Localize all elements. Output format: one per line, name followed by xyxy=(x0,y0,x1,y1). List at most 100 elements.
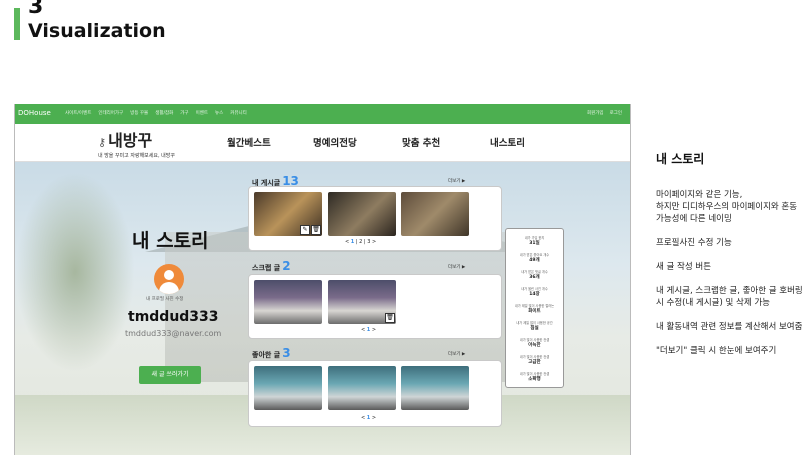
pager-prev[interactable]: < xyxy=(345,239,349,245)
liked-thumbnail[interactable] xyxy=(328,366,396,410)
scraps-pager: < 1 > xyxy=(361,327,376,333)
pager-page[interactable]: 1 xyxy=(351,239,354,245)
top-nav-item[interactable]: 인테리어가구 xyxy=(98,110,123,116)
main-nav: ⚷ 내방꾸 내 방을 꾸미고 자랑해보세요, 내방꾸 월간베스트 명예의전당 맞춤… xyxy=(15,124,630,162)
annotation-notes: 내 스토리 마이페이지와 같은 기능, 하지만 디디하우스의 마이페이지와 혼동… xyxy=(656,150,804,369)
stat-item: 내가 가입 한지 31일 xyxy=(506,235,563,246)
login-link[interactable]: 로그인 xyxy=(610,110,622,116)
stat-value: 14장 xyxy=(529,292,540,297)
note-paragraph: 내 활동내역 관련 정보를 계산해서 보여줌 xyxy=(656,322,803,332)
stat-value: 31일 xyxy=(529,241,540,246)
stat-value: 아늑한 xyxy=(528,343,541,348)
heading-number: 3 xyxy=(28,0,44,19)
stat-item: 내가 많이 사용한 컨셉 아늑한 xyxy=(506,337,563,348)
pager-page[interactable]: 3 xyxy=(367,239,370,245)
post-thumbnail[interactable] xyxy=(401,192,469,236)
scraps-label: 스크랩 글2 xyxy=(252,259,291,273)
stat-value: 소확행 xyxy=(528,377,541,382)
post-thumbnail[interactable] xyxy=(328,192,396,236)
scraps-more-link[interactable]: 더보기 ▶ xyxy=(448,264,465,270)
stat-item: 내가 많이 사용한 컨셉 소확행 xyxy=(506,371,563,382)
top-nav-item[interactable]: 커뮤니티 xyxy=(230,110,247,116)
stat-value: 침실 xyxy=(530,326,539,331)
avatar-body-shape xyxy=(159,282,179,294)
trash-icon[interactable]: 🗑 xyxy=(311,225,321,235)
post-thumbnail[interactable]: ✎ 🗑 xyxy=(254,192,322,236)
pager-next[interactable]: > xyxy=(372,239,376,245)
pager-prev[interactable]: < xyxy=(361,415,365,421)
stat-item: 내가 올린 사진 개수 14장 xyxy=(506,286,563,297)
top-bar: DOHouse 사이트/이벤트 인테리어가구 방등 꾸몰 생활/잡화 가구 이벤… xyxy=(15,104,630,124)
liked-thumbnail[interactable] xyxy=(254,366,322,410)
brand[interactable]: ⚷ 내방꾸 내 방을 꾸미고 자랑해보세요, 내방꾸 xyxy=(98,127,175,159)
heading-title: Visualization xyxy=(28,20,166,42)
story-title: 내 스토리 xyxy=(132,230,209,252)
posts-card: ✎ 🗑 < 1 | 2 | 3 > xyxy=(248,186,502,251)
signup-link[interactable]: 회원가입 xyxy=(587,110,604,116)
likes-count: 3 xyxy=(282,346,291,360)
menu-hall-of-fame[interactable]: 명예의전당 xyxy=(313,135,357,149)
avatar[interactable] xyxy=(154,264,184,294)
write-post-button[interactable]: 새 글 쓰러가기 xyxy=(139,366,201,384)
stat-item: 내가 받은 좋아요 개수 49개 xyxy=(506,252,563,263)
key-icon: ⚷ xyxy=(98,136,107,149)
avatar-head-shape xyxy=(164,270,174,280)
pager-next[interactable]: > xyxy=(372,415,376,421)
note-paragraph: 프로필사진 수정 기능 xyxy=(656,238,732,248)
scraps-label-text: 스크랩 글 xyxy=(252,264,281,272)
top-nav-item[interactable]: 가구 xyxy=(180,110,188,116)
pager-page[interactable]: 2 xyxy=(359,239,362,245)
posts-more-link[interactable]: 더보기 ▶ xyxy=(448,178,465,184)
liked-thumbnail[interactable] xyxy=(401,366,469,410)
note-paragraph: "더보기" 클릭 시 한눈에 보여주기 xyxy=(656,346,777,356)
top-nav-item[interactable]: 사이트/이벤트 xyxy=(65,110,91,116)
background-tree xyxy=(15,172,135,372)
menu-my-story[interactable]: 내스토리 xyxy=(490,135,525,149)
stat-value: 36개 xyxy=(529,275,540,280)
pager-page[interactable]: 1 xyxy=(367,327,370,333)
top-nav-item[interactable]: 방등 꾸몰 xyxy=(130,110,148,116)
stat-item: 내가 제일 많이 사용한 공간 침실 xyxy=(506,320,563,331)
posts-pager: < 1 | 2 | 3 > xyxy=(345,239,377,245)
stat-item: 내가 많이 사용한 컨셉 고급한 xyxy=(506,354,563,365)
stat-value: 고급한 xyxy=(528,360,541,365)
top-nav-item[interactable]: 뉴스 xyxy=(215,110,223,116)
user-email: tmddud333@naver.com xyxy=(125,329,222,338)
likes-label-text: 좋아한 글 xyxy=(252,351,281,359)
top-nav: 사이트/이벤트 인테리어가구 방등 꾸몰 생활/잡화 가구 이벤트 뉴스 커뮤니… xyxy=(65,110,247,116)
slide-heading: 3 Visualization xyxy=(14,0,214,44)
stat-item: 내가 제일 많이 사용한 컬러는 화이트 xyxy=(506,303,563,314)
stat-value: 화이트 xyxy=(528,309,541,314)
likes-card: < 1 > xyxy=(248,360,502,427)
site-logo[interactable]: DOHouse xyxy=(18,109,51,117)
trash-icon[interactable]: 🗑 xyxy=(385,313,395,323)
notes-title: 내 스토리 xyxy=(656,152,705,166)
menu-recommend[interactable]: 맞춤 추천 xyxy=(402,135,440,149)
scraps-card: 🗑 < 1 > xyxy=(248,274,502,339)
app-screenshot: DOHouse 사이트/이벤트 인테리어가구 방등 꾸몰 생활/잡화 가구 이벤… xyxy=(14,104,631,455)
heading-accent-bar xyxy=(14,8,20,40)
auth-links: 회원가입 로그인 xyxy=(587,110,622,116)
likes-label: 좋아한 글3 xyxy=(252,346,291,360)
likes-more-link[interactable]: 더보기 ▶ xyxy=(448,351,465,357)
activity-stats-panel: 내가 가입 한지 31일 내가 받은 좋아요 개수 49개 내가 받은 댓글 개수 3… xyxy=(505,228,564,388)
top-nav-item[interactable]: 이벤트 xyxy=(196,110,208,116)
avatar-edit-link[interactable]: 내 프로필 사진 수정 xyxy=(146,296,183,302)
note-paragraph: 마이페이지와 같은 기능, 하지만 디디하우스의 마이페이지와 혼동 가능성에 … xyxy=(656,190,798,224)
edit-icon[interactable]: ✎ xyxy=(300,225,310,235)
top-nav-item[interactable]: 생활/잡화 xyxy=(155,110,173,116)
brand-name: 내방꾸 xyxy=(108,131,153,150)
brand-slogan: 내 방을 꾸미고 자랑해보세요, 내방꾸 xyxy=(98,153,175,159)
pager-page[interactable]: 1 xyxy=(367,415,370,421)
scrap-thumbnail[interactable] xyxy=(254,280,322,324)
pager-next[interactable]: > xyxy=(372,327,376,333)
note-paragraph: 새 글 작성 버튼 xyxy=(656,262,712,272)
pager-prev[interactable]: < xyxy=(361,327,365,333)
scraps-count: 2 xyxy=(282,259,291,273)
stat-value: 49개 xyxy=(529,258,540,263)
scrap-thumbnail[interactable]: 🗑 xyxy=(328,280,396,324)
note-paragraph: 내 게시글, 스크랩한 글, 좋아한 글 호버링시 수정(내 게시글) 및 삭제… xyxy=(656,286,803,308)
menu-monthly-best[interactable]: 월간베스트 xyxy=(227,135,271,149)
likes-pager: < 1 > xyxy=(361,415,376,421)
username: tmddud333 xyxy=(128,309,219,325)
